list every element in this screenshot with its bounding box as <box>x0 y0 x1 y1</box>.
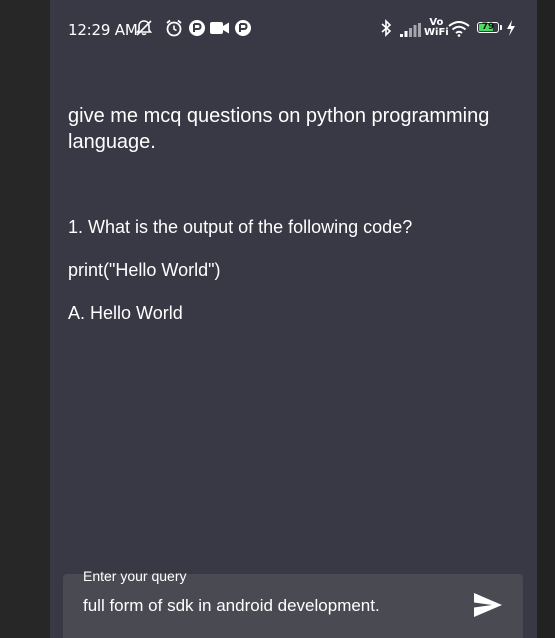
vowifi-bottom: WiFi <box>424 27 449 38</box>
query-input[interactable] <box>83 596 463 616</box>
alarm-icon <box>166 19 182 37</box>
battery-icon: 79 <box>477 22 499 33</box>
response-line: A. Hello World <box>68 303 183 323</box>
charging-icon <box>507 20 515 36</box>
left-backdrop <box>0 0 50 638</box>
video-camera-icon <box>210 22 229 34</box>
send-icon[interactable] <box>473 592 503 618</box>
response-message: 1. What is the output of the following c… <box>68 216 528 345</box>
status-bar: 12:29 AM Vo WiFi 79 <box>50 14 537 44</box>
battery-tip <box>500 25 502 30</box>
response-line: print("Hello World") <box>68 260 221 280</box>
bluetooth-icon <box>381 19 392 37</box>
right-backdrop <box>537 0 555 638</box>
app-notification-icon <box>189 20 205 36</box>
query-input-container[interactable]: Enter your query <box>63 568 523 638</box>
app-screen: 12:29 AM Vo WiFi 79 give me mcq question… <box>50 0 537 638</box>
response-line: 1. What is the output of the following c… <box>68 217 413 237</box>
app-notification-icon <box>235 20 251 36</box>
vowifi-indicator: Vo WiFi <box>424 18 449 38</box>
wifi-icon <box>448 21 470 37</box>
notifications-off-icon <box>135 20 153 36</box>
battery-level-text: 79 <box>481 22 495 32</box>
query-input-label: Enter your query <box>83 568 187 584</box>
status-time: 12:29 AM <box>68 21 138 39</box>
user-query-message: give me mcq questions on python programm… <box>68 105 490 153</box>
cellular-signal-icon <box>400 23 421 37</box>
